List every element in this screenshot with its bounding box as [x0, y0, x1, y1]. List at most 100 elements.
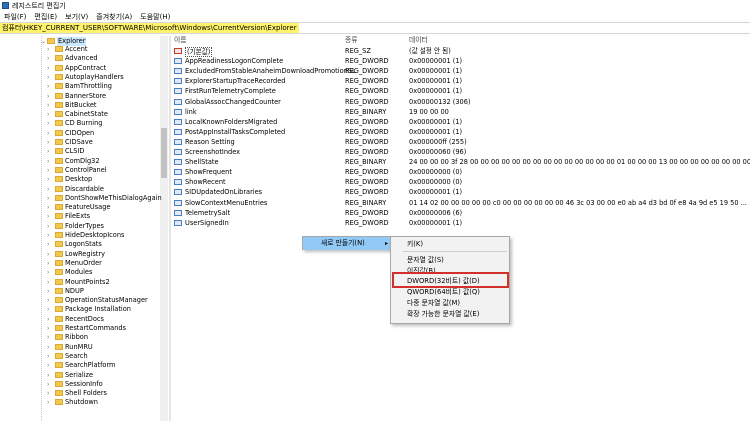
tree-item[interactable]: › OperationStatusManager [0, 296, 160, 305]
chevron-right-icon[interactable]: › [47, 212, 53, 221]
tree-item[interactable]: › CIDSave [0, 138, 160, 147]
chevron-right-icon[interactable]: › [47, 119, 53, 128]
chevron-right-icon[interactable]: › [47, 371, 53, 380]
chevron-right-icon[interactable]: › [47, 231, 53, 240]
tree-item[interactable]: › ComDlg32 [0, 157, 160, 166]
chevron-right-icon[interactable]: › [47, 259, 53, 268]
chevron-right-icon[interactable]: › [47, 45, 53, 54]
tree-item[interactable]: › FeatureUsage [0, 203, 160, 212]
tree-item[interactable]: › BitBucket [0, 101, 160, 110]
tree-item[interactable]: › FolderTypes [0, 222, 160, 231]
value-row[interactable]: UserSignedIn REG_DWORD 0x00000001 (1) [171, 218, 750, 228]
chevron-right-icon[interactable]: › [47, 389, 53, 398]
menu-favorites[interactable]: 즐겨찾기(A) [92, 12, 136, 22]
column-header-type[interactable]: 종류 [345, 36, 358, 45]
tree-item[interactable]: › AppContract [0, 64, 160, 73]
chevron-right-icon[interactable]: › [47, 82, 53, 91]
tree-item[interactable]: › Package Installation [0, 305, 160, 314]
chevron-right-icon[interactable]: › [47, 64, 53, 73]
chevron-right-icon[interactable]: › [47, 203, 53, 212]
menu-file[interactable]: 파일(F) [0, 12, 30, 22]
tree-item[interactable]: › RecentDocs [0, 315, 160, 324]
tree-item[interactable]: › DontShowMeThisDialogAgain [0, 194, 162, 203]
value-row[interactable]: SIDUpdatedOnLibraries REG_DWORD 0x00000001… [171, 187, 750, 197]
chevron-right-icon[interactable]: › [47, 166, 53, 175]
value-row[interactable]: AppReadinessLogonComplete REG_DWORD 0x0000… [171, 56, 750, 66]
chevron-right-icon[interactable]: › [47, 343, 53, 352]
context-menu-new[interactable]: 새로 만들기(N) ▸ [303, 237, 391, 250]
chevron-right-icon[interactable]: › [47, 333, 53, 342]
chevron-right-icon[interactable]: › [47, 296, 53, 305]
tree-item[interactable]: › MenuOrder [0, 259, 160, 268]
tree-item[interactable]: › SearchPlatform [0, 361, 160, 370]
tree-item[interactable]: › RestartCommands [0, 324, 160, 333]
chevron-right-icon[interactable]: › [47, 147, 53, 156]
tree-item[interactable]: › Desktop [0, 175, 160, 184]
tree-item[interactable]: › Discardable [0, 185, 160, 194]
value-row[interactable]: ExcludedFromStableAnaheimDownloadPromoti… [171, 66, 750, 76]
tree-item[interactable]: › Advanced [0, 54, 160, 63]
chevron-right-icon[interactable]: › [47, 315, 53, 324]
chevron-right-icon[interactable]: › [47, 101, 53, 110]
chevron-right-icon[interactable]: › [47, 240, 53, 249]
tree-item[interactable]: › HideDesktopIcons [0, 231, 160, 240]
tree-item[interactable]: › Modules [0, 268, 160, 277]
value-row[interactable]: (기본값) REG_SZ (값 설정 안 됨) [171, 46, 750, 57]
value-row[interactable]: PostAppInstallTasksCompleted REG_DWORD 0x0… [171, 127, 750, 137]
chevron-right-icon[interactable]: › [47, 250, 53, 259]
tree-item[interactable]: › FileExts [0, 212, 160, 221]
tree-item[interactable]: › RunMRU [0, 343, 160, 352]
chevron-right-icon[interactable]: › [47, 305, 53, 314]
address-bar[interactable]: 컴퓨터\HKEY_CURRENT_USER\SOFTWARE\Microsoft… [0, 22, 750, 34]
address-path[interactable]: 컴퓨터\HKEY_CURRENT_USER\SOFTWARE\Microsoft… [0, 23, 299, 33]
menu-edit[interactable]: 편집(E) [30, 12, 61, 22]
value-row[interactable]: SlowContextMenuEntries REG_BINARY 01 14 02… [171, 198, 750, 208]
tree-item[interactable]: › MountPoints2 [0, 278, 160, 287]
tree-item[interactable]: › ControlPanel [0, 166, 160, 175]
chevron-right-icon[interactable]: › [47, 268, 53, 277]
tree-item[interactable]: › NDUP [0, 287, 160, 296]
chevron-right-icon[interactable]: › [47, 129, 53, 138]
tree-item[interactable]: › SessionInfo [0, 380, 160, 389]
tree-item[interactable]: › Accent [0, 45, 160, 54]
tree-item[interactable]: › CD Burning [0, 119, 160, 128]
tree-item[interactable]: › CabinetState [0, 110, 160, 119]
tree-scrollbar[interactable] [160, 36, 168, 421]
chevron-right-icon[interactable]: › [47, 278, 53, 287]
chevron-right-icon[interactable]: › [47, 361, 53, 370]
tree-item[interactable]: › AutoplayHandlers [0, 73, 160, 82]
menu-view[interactable]: 보기(V) [61, 12, 92, 22]
tree-item[interactable]: › CIDOpen [0, 129, 160, 138]
submenu-expandable-string-value[interactable]: 확장 가능한 문자열 값(E) [391, 308, 509, 321]
column-header-data[interactable]: 데이터 [409, 36, 428, 45]
chevron-right-icon[interactable]: › [47, 287, 53, 296]
chevron-right-icon[interactable]: › [47, 54, 53, 63]
chevron-right-icon[interactable]: › [47, 110, 53, 119]
value-row[interactable]: ExplorerStartupTraceRecorded REG_DWORD 0x0… [171, 76, 750, 86]
chevron-right-icon[interactable]: › [47, 398, 53, 407]
value-row[interactable]: TelemetrySalt REG_DWORD 0x00000006 (6) [171, 208, 750, 218]
chevron-right-icon[interactable]: › [47, 194, 53, 203]
chevron-right-icon[interactable]: › [47, 222, 53, 231]
menu-help[interactable]: 도움말(H) [136, 12, 174, 22]
value-row[interactable]: LocalKnownFoldersMigrated REG_DWORD 0x0000… [171, 117, 750, 127]
submenu-key[interactable]: 키(K) [391, 238, 509, 251]
tree-item[interactable]: › BamThrottling [0, 82, 160, 91]
chevron-right-icon[interactable]: › [47, 157, 53, 166]
tree-item[interactable]: › LowRegistry [0, 250, 160, 259]
column-header-name[interactable]: 이름 [174, 36, 187, 45]
tree-item[interactable]: › Shutdown [0, 398, 160, 407]
tree-item[interactable]: › Ribbon [0, 333, 160, 342]
value-row[interactable]: GlobalAssocChangedCounter REG_DWORD 0x0000… [171, 97, 750, 107]
chevron-right-icon[interactable]: › [47, 352, 53, 361]
value-row[interactable]: link REG_BINARY 19 00 00 00 [171, 107, 750, 117]
value-row[interactable]: ShellState REG_BINARY 24 00 00 00 3f 28 00… [171, 157, 750, 167]
chevron-right-icon[interactable]: › [47, 380, 53, 389]
chevron-right-icon[interactable]: › [47, 92, 53, 101]
chevron-right-icon[interactable]: › [47, 138, 53, 147]
chevron-right-icon[interactable]: › [47, 73, 53, 82]
tree-item[interactable]: › CLSID [0, 147, 160, 156]
value-row[interactable]: Reason Setting REG_DWORD 0x000000ff (255) [171, 137, 750, 147]
value-row[interactable]: FirstRunTelemetryComplete REG_DWORD 0x0000… [171, 86, 750, 96]
tree-item[interactable]: › LogonStats [0, 240, 160, 249]
